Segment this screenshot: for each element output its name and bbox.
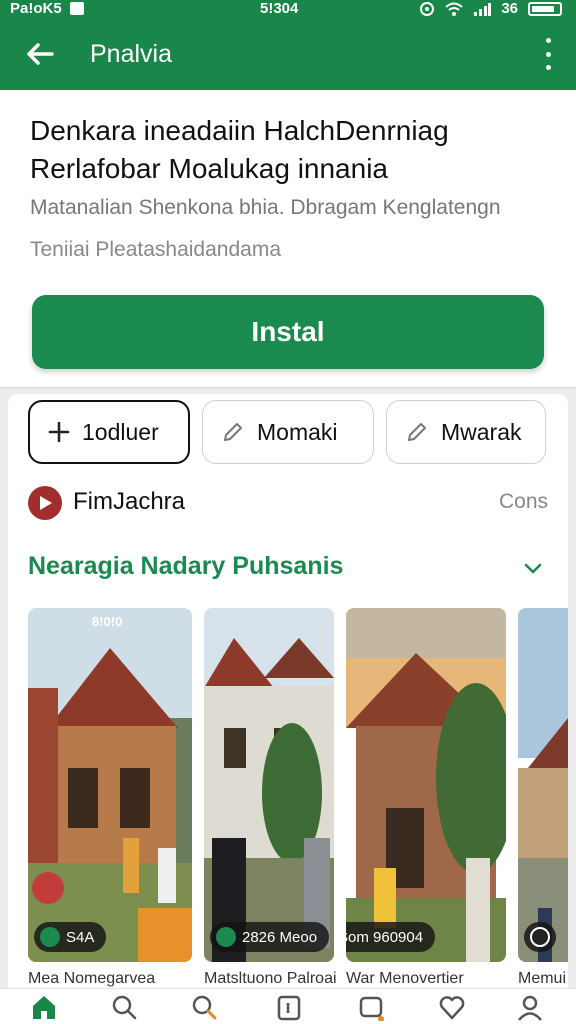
chip-edit-2[interactable]: Mwarak xyxy=(386,400,546,464)
more-options-icon[interactable] xyxy=(542,38,554,70)
chevron-down-icon[interactable] xyxy=(522,558,544,580)
screenshot-2[interactable]: 2826 Meoo xyxy=(204,608,334,962)
source-logo-icon xyxy=(28,486,62,520)
status-bar: Pa!oK5 5!304 36 xyxy=(0,0,576,18)
play-icon xyxy=(530,927,550,947)
chip-edit-1[interactable]: Momaki xyxy=(202,400,374,464)
chat-icon[interactable] xyxy=(357,993,385,1021)
app-title: Pnalvia xyxy=(90,40,172,68)
pencil-icon xyxy=(224,423,242,441)
favorite-icon[interactable] xyxy=(438,993,466,1021)
developer-line: Matanalian Shenkona bhia. Dbragam Kengla… xyxy=(30,196,501,219)
village-house-image xyxy=(204,608,334,962)
category-line: Teniiai Pleatashaidandama xyxy=(30,238,282,261)
bottom-navigation xyxy=(0,988,576,1024)
play-icon xyxy=(40,927,60,947)
install-button[interactable]: Instal xyxy=(32,295,544,369)
search-alt-icon[interactable] xyxy=(190,993,218,1021)
location-icon xyxy=(420,1,435,16)
screenshot-1[interactable]: 8!0!0 S4A xyxy=(28,608,192,962)
app-header-card: Denkara ineadaiin HalchDenrniag Rerlafob… xyxy=(0,90,576,388)
source-name: FimJachra xyxy=(73,488,186,515)
caption-2: Matsltuono Palroai xyxy=(204,970,337,987)
profile-icon[interactable] xyxy=(516,993,544,1021)
village-house-image xyxy=(28,608,192,962)
chip-edit-2-label: Mwarak xyxy=(441,418,522,445)
chip-add-label: 1odluer xyxy=(82,418,159,445)
plus-icon xyxy=(48,421,70,443)
screenshot-3-pill: Som 960904 xyxy=(346,922,436,952)
source-row[interactable]: FimJachra Cons xyxy=(28,486,548,520)
app-name: Denkara ineadaiin HalchDenrniag Rerlafob… xyxy=(30,115,449,184)
home-icon[interactable] xyxy=(30,993,58,1021)
screenshot-4[interactable] xyxy=(518,608,568,962)
screenshot-2-pill-label: 2826 Meoo xyxy=(242,928,318,946)
clock: 5!304 xyxy=(260,0,299,17)
caption-4: Memui xyxy=(518,970,567,987)
screenshot-1-pill-label: S4A xyxy=(66,928,95,946)
screenshot-1-pill: S4A xyxy=(34,922,107,952)
battery-icon xyxy=(528,1,562,16)
screenshot-4-pill xyxy=(524,922,556,952)
battery-percent: 36 xyxy=(501,0,518,17)
source-action[interactable]: Cons xyxy=(499,490,548,514)
chip-add[interactable]: 1odluer xyxy=(28,400,190,464)
signal-icon xyxy=(474,2,492,16)
carrier-label: Pa!oK5 xyxy=(10,0,62,17)
back-arrow-icon[interactable] xyxy=(24,38,56,70)
screenshot-3[interactable]: Som 960904 xyxy=(346,608,506,962)
details-card: 1odluer Momaki Mwarak FimJachra Cons Nea… xyxy=(8,394,568,994)
caption-3: War Menovertier xyxy=(346,970,464,987)
calendar-icon[interactable] xyxy=(275,993,303,1021)
top-bar: Pa!oK5 5!304 36 Pnalvia xyxy=(0,0,576,90)
village-house-image xyxy=(346,608,506,962)
gallery-captions: Mea Nomegarvea Matsltuono Palroai War Me… xyxy=(0,970,576,988)
screenshot-2-pill: 2826 Meoo xyxy=(210,922,330,952)
search-icon[interactable] xyxy=(110,993,138,1021)
village-house-image xyxy=(518,608,568,962)
screenshot-3-pill-label: Som 960904 xyxy=(346,928,424,946)
pencil-icon xyxy=(408,423,426,441)
section-title[interactable]: Nearagia Nadary Puhsanis xyxy=(28,552,343,581)
notification-icon xyxy=(69,2,84,15)
play-icon xyxy=(216,927,236,947)
app-bar: Pnalvia xyxy=(0,26,576,84)
chip-edit-1-label: Momaki xyxy=(257,418,338,445)
caption-1: Mea Nomegarvea xyxy=(28,970,156,987)
action-chips: 1odluer Momaki Mwarak xyxy=(28,400,546,464)
screenshot-gallery[interactable]: 8!0!0 S4A 2826 Meoo Som 960904 xyxy=(28,608,568,968)
wifi-icon xyxy=(445,2,463,16)
screenshot-1-tag: 8!0!0 xyxy=(92,614,123,629)
